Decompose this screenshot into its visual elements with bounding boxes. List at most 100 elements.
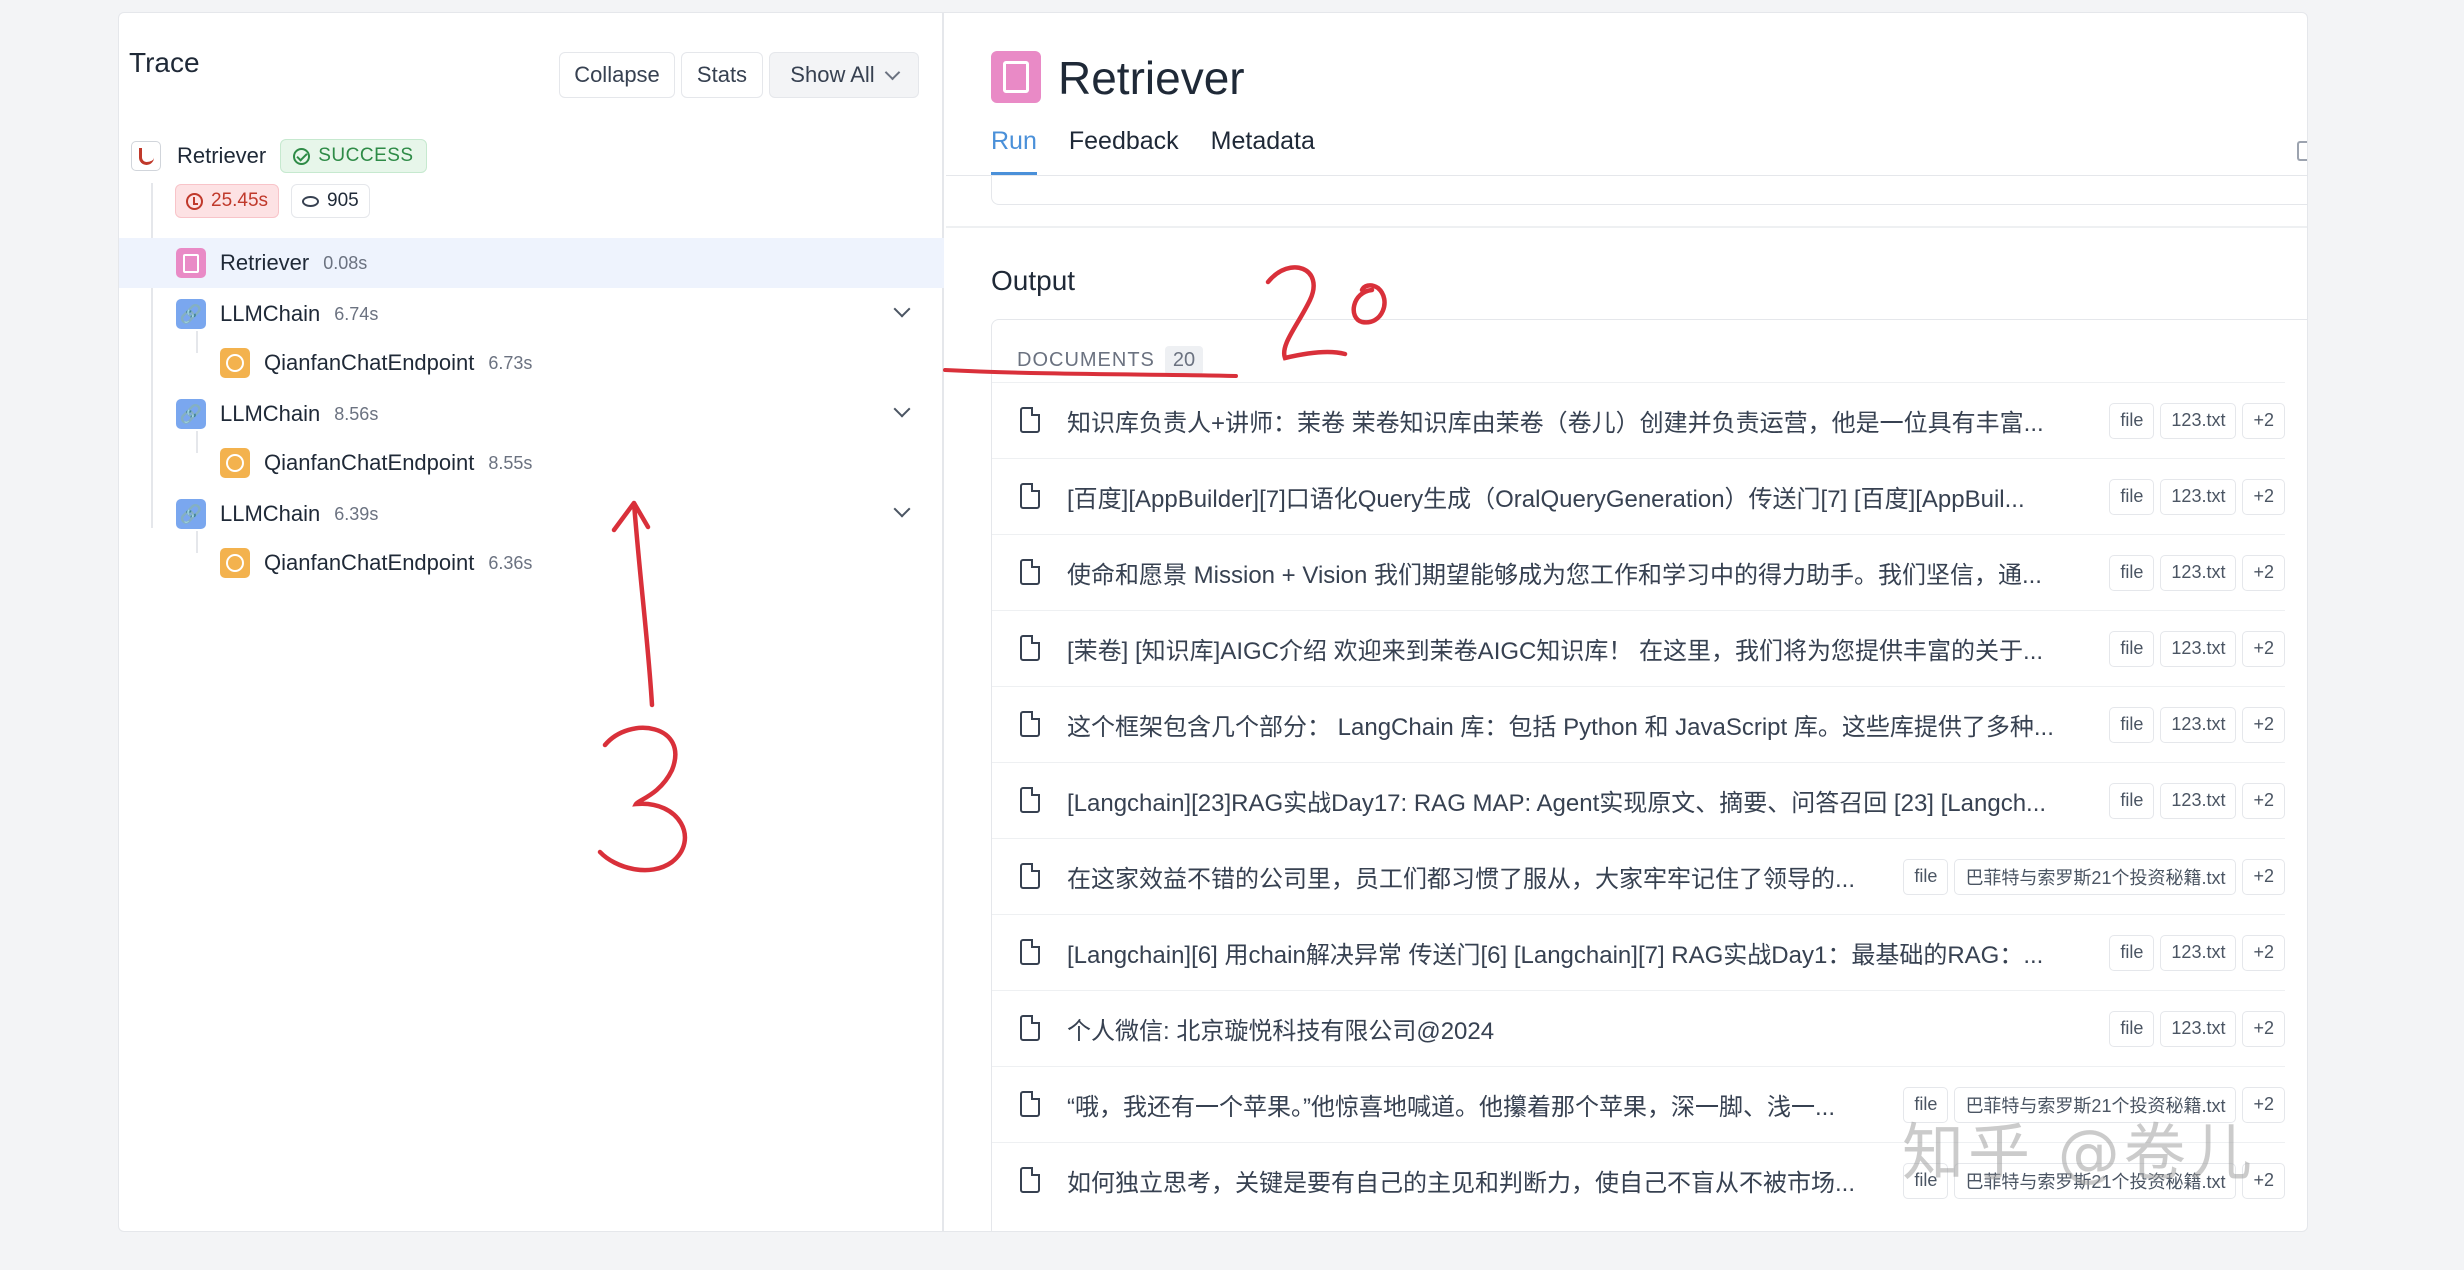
file-icon [1020, 863, 1040, 889]
root-metrics: 25.45s 905 [175, 184, 370, 218]
show-all-dropdown[interactable]: Show All [769, 52, 919, 98]
run-time: 0.08s [323, 252, 368, 273]
more-tags-badge[interactable]: +2 [2242, 706, 2285, 743]
file-icon [1020, 787, 1040, 813]
run-row-retriever[interactable]: Retriever 0.08s [119, 238, 944, 288]
document-row[interactable]: 个人微信: 北京璇悦科技有限公司@2024 file 123.txt +2 [992, 990, 2285, 1066]
document-row[interactable]: 这个框架包含几个部分： LangChain 库：包括 Python 和 Java… [992, 686, 2285, 762]
section-divider [946, 226, 2307, 228]
document-text: 使命和愿景 Mission + Vision 我们期望能够成为您工作和学习中的得… [1067, 562, 2042, 589]
document-text: [Langchain][6] 用chain解决异常 传送门[6] [Langch… [1067, 942, 2044, 969]
show-all-label: Show All [790, 62, 875, 87]
tag: 123.txt [2160, 554, 2237, 591]
latency-value: 25.45s [211, 190, 269, 211]
trace-window: Trace Collapse Stats Show All Retriever … [118, 12, 2308, 1232]
tag: file [2109, 782, 2155, 819]
run-name: LLMChain [220, 401, 321, 426]
more-tags-badge[interactable]: +2 [2242, 554, 2285, 591]
run-row-qianfan[interactable]: QianfanChatEndpoint 8.55s [119, 438, 944, 488]
document-text: [Langchain][23]RAG实战Day17: RAG MAP: Agen… [1067, 790, 2047, 817]
collapse-button[interactable]: Collapse [559, 52, 675, 98]
tab-run[interactable]: Run [991, 127, 1037, 175]
document-text: [百度][AppBuilder][7]口语化Query生成（OralQueryG… [1067, 486, 2025, 513]
run-name: QianfanChatEndpoint [264, 550, 475, 575]
check-circle-icon [293, 147, 311, 165]
trace-panel: Trace Collapse Stats Show All Retriever … [119, 13, 944, 1231]
panel-toggle-icon[interactable] [2297, 141, 2307, 161]
file-icon [1020, 939, 1040, 965]
tab-feedback[interactable]: Feedback [1069, 127, 1179, 175]
input-section [991, 175, 2307, 205]
more-tags-badge[interactable]: +2 [2242, 858, 2285, 895]
tag: 123.txt [2160, 706, 2237, 743]
tag: file [2109, 1010, 2155, 1047]
document-text: 这个框架包含几个部分： LangChain 库：包括 Python 和 Java… [1067, 714, 2054, 741]
document-row[interactable]: [茉卷] [知识库]AIGC介绍 欢迎来到茉卷AIGC知识库！ 在这里，我们将为… [992, 610, 2285, 686]
document-row[interactable]: [百度][AppBuilder][7]口语化Query生成（OralQueryG… [992, 458, 2285, 534]
run-row-qianfan[interactable]: QianfanChatEndpoint 6.36s [119, 538, 944, 588]
more-tags-badge[interactable]: +2 [2242, 402, 2285, 439]
file-icon [1020, 1167, 1040, 1193]
run-row-qianfan[interactable]: QianfanChatEndpoint 6.73s [119, 338, 944, 388]
run-row-llmchain[interactable]: 🔗 LLMChain 8.56s [119, 389, 944, 439]
file-icon [1020, 711, 1040, 737]
more-tags-badge[interactable]: +2 [2242, 630, 2285, 667]
tab-metadata[interactable]: Metadata [1211, 127, 1315, 175]
document-row[interactable]: 知识库负责人+讲师：茉卷 茉卷知识库由茉卷（卷儿）创建并负责运营，他是一位具有丰… [992, 382, 2285, 458]
chevron-down-icon[interactable] [893, 500, 911, 518]
tag: 123.txt [2160, 630, 2237, 667]
run-time: 8.56s [334, 403, 379, 424]
file-icon [1020, 635, 1040, 661]
tag: 巴菲特与索罗斯21个投资秘籍.txt [1954, 858, 2237, 895]
run-time: 6.39s [334, 503, 379, 524]
chevron-down-icon[interactable] [893, 300, 911, 318]
document-tags: file 123.txt +2 [2109, 478, 2285, 515]
document-icon [176, 248, 206, 278]
run-name: Retriever [220, 250, 310, 275]
document-row[interactable]: [Langchain][23]RAG实战Day17: RAG MAP: Agen… [992, 762, 2285, 838]
tag: file [2109, 630, 2155, 667]
watermark: 知乎 @卷儿 [1902, 1116, 2256, 1189]
more-tags-badge[interactable]: +2 [2242, 934, 2285, 971]
document-tags: file 123.txt +2 [2109, 554, 2285, 591]
tag: file [2109, 706, 2155, 743]
tag: 123.txt [2160, 478, 2237, 515]
root-run-name: Retriever [177, 143, 267, 168]
document-row[interactable]: [Langchain][6] 用chain解决异常 传送门[6] [Langch… [992, 914, 2285, 990]
link-icon: 🔗 [176, 299, 206, 329]
file-icon [1020, 1091, 1040, 1117]
document-text: 个人微信: 北京璇悦科技有限公司@2024 [1067, 1018, 1495, 1045]
page-margin [2346, 0, 2464, 1270]
more-tags-badge[interactable]: +2 [2242, 782, 2285, 819]
documents-count: 20 [1164, 346, 1204, 375]
run-time: 6.74s [334, 303, 379, 324]
trace-title: Trace [129, 47, 200, 78]
document-tags: file 123.txt +2 [2109, 630, 2285, 667]
link-icon: 🔗 [176, 499, 206, 529]
more-tags-badge[interactable]: +2 [2242, 478, 2285, 515]
document-row[interactable]: 使命和愿景 Mission + Vision 我们期望能够成为您工作和学习中的得… [992, 534, 2285, 610]
document-tags: file 123.txt +2 [2109, 1010, 2285, 1047]
more-tags-badge[interactable]: +2 [2242, 1010, 2285, 1047]
stats-button[interactable]: Stats [681, 52, 763, 98]
document-tags: file 123.txt +2 [2109, 782, 2285, 819]
document-row[interactable]: 在这家效益不错的公司里，员工们都习惯了服从，大家牢牢记住了领导的... file 巴… [992, 838, 2285, 914]
tag: 123.txt [2160, 934, 2237, 971]
run-row-llmchain[interactable]: 🔗 LLMChain 6.74s [119, 289, 944, 339]
file-icon [1020, 1015, 1040, 1041]
output-heading: Output [991, 265, 1076, 296]
run-title: Retriever [1058, 52, 1245, 104]
run-name: LLMChain [220, 301, 321, 326]
run-time: 6.73s [488, 352, 533, 373]
chevron-down-icon[interactable] [893, 400, 911, 418]
documents-list: DOCUMENTS 20 知识库负责人+讲师：茉卷 茉卷知识库由茉卷（卷儿）创建… [991, 319, 2307, 1231]
document-tags: file 123.txt +2 [2109, 402, 2285, 439]
document-text: 如何独立思考，关键是要有自己的主见和判断力，使自己不盲从不被市场... [1067, 1170, 1856, 1197]
run-row-llmchain[interactable]: 🔗 LLMChain 6.39s [119, 489, 944, 539]
clock-icon [186, 192, 203, 210]
root-run-row[interactable]: Retriever SUCCESS [131, 131, 427, 181]
document-tags: file 巴菲特与索罗斯21个投资秘籍.txt +2 [1903, 858, 2285, 895]
documents-label: DOCUMENTS [1017, 349, 1155, 371]
run-name: LLMChain [220, 501, 321, 526]
document-tags: file 123.txt +2 [2109, 934, 2285, 971]
